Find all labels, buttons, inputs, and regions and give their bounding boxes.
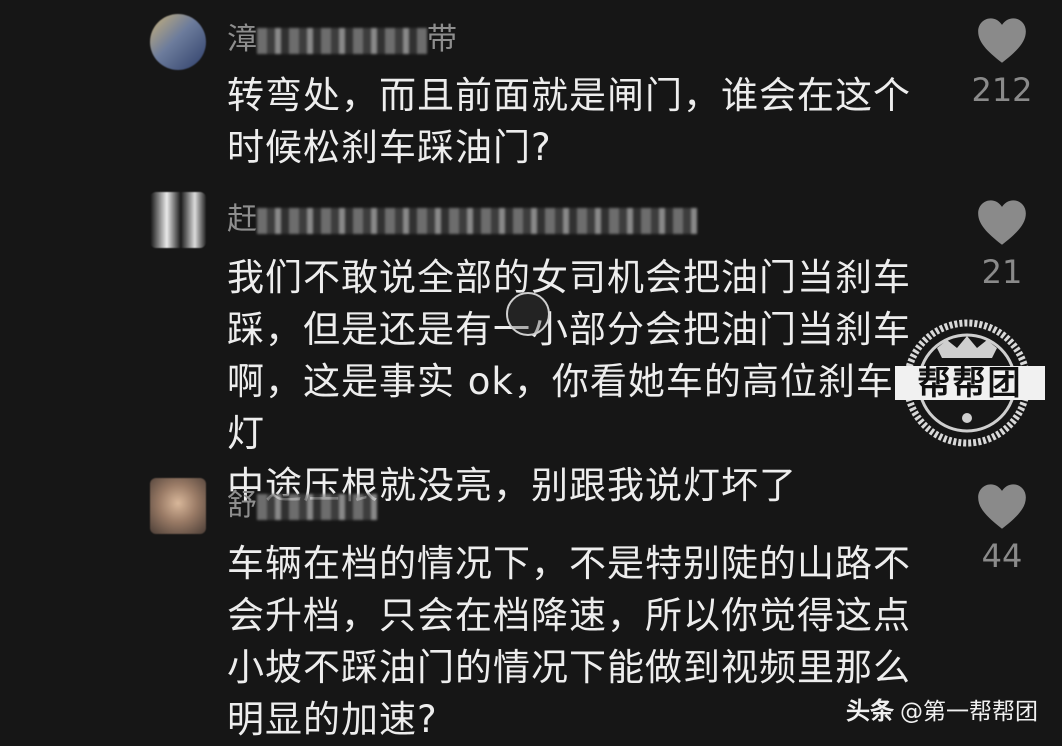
username-blur — [257, 207, 697, 234]
like-count: 21 — [981, 253, 1023, 291]
stamp-label: 帮帮团 — [895, 366, 1045, 400]
like-button[interactable]: 21 — [970, 198, 1034, 290]
comment-username[interactable]: 赶 — [227, 200, 697, 240]
heart-icon — [978, 18, 1026, 63]
like-button[interactable]: 212 — [970, 16, 1034, 108]
comment-text: 车辆在档的情况下，不是特别陡的山路不 会升档，只会在档降速，所以你觉得这点 小坡… — [227, 542, 911, 741]
username-suffix: 带 — [427, 22, 457, 57]
heart-icon — [978, 484, 1026, 529]
heart-icon — [978, 200, 1026, 245]
like-button[interactable]: 44 — [970, 482, 1034, 574]
like-count: 44 — [981, 537, 1023, 575]
comment-text: 转弯处，而且前面就是闸门，谁会在这个 时候松刹车踩油门? — [227, 74, 911, 169]
comment-username[interactable]: 舒 — [227, 486, 377, 526]
comment-text: 我们不敢说全部的女司机会把油门当刹车 踩，但是还是有一小部分会把油门当刹车 啊，… — [227, 256, 911, 507]
username-prefix: 漳 — [227, 22, 257, 57]
username-prefix: 舒 — [227, 488, 257, 523]
username-blur — [257, 27, 427, 54]
avatar[interactable] — [150, 14, 206, 70]
touch-cursor — [506, 292, 550, 336]
comment-username[interactable]: 漳带 — [227, 20, 457, 60]
watermark: 头条 @第一帮帮团 — [846, 691, 1038, 726]
like-count: 212 — [971, 71, 1033, 109]
username-prefix: 赶 — [227, 202, 257, 237]
avatar[interactable] — [150, 192, 206, 248]
username-blur — [257, 493, 377, 520]
avatar[interactable] — [150, 478, 206, 534]
watermark-brand: 头条 — [846, 697, 894, 725]
watermark-account: @第一帮帮团 — [900, 699, 1038, 725]
